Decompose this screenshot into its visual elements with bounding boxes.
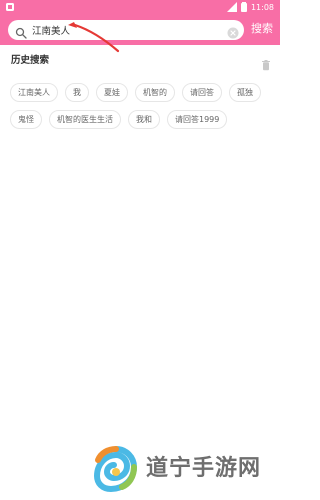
search-button[interactable]: 搜索 (251, 21, 273, 37)
search-icon (15, 24, 27, 39)
history-tag[interactable]: 机智的 (135, 83, 175, 102)
history-tag[interactable]: 请回答 (182, 83, 222, 102)
history-tag[interactable]: 请回答1999 (167, 110, 228, 129)
history-tag[interactable]: 夏娃 (96, 83, 128, 102)
status-time: 11:08 (250, 3, 274, 12)
notification-icon (6, 3, 14, 11)
history-tag[interactable]: 我 (65, 83, 89, 102)
watermark: 道宁手游网 (92, 445, 261, 493)
search-header: 搜索 (0, 14, 280, 45)
status-bar: 11:08 (0, 0, 280, 14)
history-tags: 江南美人 我 夏娃 机智的 请回答 孤独 鬼怪 机智的医生生活 我和 请回答19… (10, 83, 272, 129)
trash-icon[interactable] (261, 56, 271, 71)
signal-icon (226, 2, 237, 14)
history-tag[interactable]: 机智的医生生活 (49, 110, 121, 129)
history-tag[interactable]: 江南美人 (10, 83, 58, 102)
clear-icon[interactable] (227, 24, 239, 39)
watermark-logo (93, 446, 138, 493)
history-tag[interactable]: 孤独 (229, 83, 261, 102)
status-indicators: 11:08 (226, 2, 274, 14)
history-tag[interactable]: 我和 (128, 110, 160, 129)
watermark-text: 道宁手游网 (146, 456, 262, 481)
annotation-arrow (68, 22, 120, 53)
history-title: 历史搜索 (11, 55, 50, 66)
battery-icon (240, 2, 247, 14)
history-tag[interactable]: 鬼怪 (10, 110, 42, 129)
